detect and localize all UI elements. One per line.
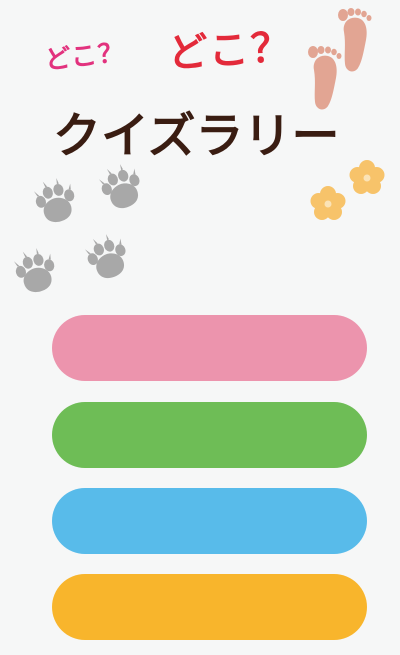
menu-button-green[interactable] [52,402,367,468]
menu-button-blue[interactable] [52,488,367,554]
menu-button-pink[interactable] [52,315,367,381]
title-quiz-rally: クイズラリー [53,108,340,164]
title-doko-large: どこ？ [166,24,294,77]
title-doko-small: どこ？ [43,37,127,76]
flower-icon [310,160,385,220]
menu-button-orange[interactable] [52,574,367,640]
paw-print-icon [11,160,147,297]
footprints-icon [308,8,372,110]
quiz-rally-start-screen: どこ？ どこ？ クイズラリー [0,0,400,655]
